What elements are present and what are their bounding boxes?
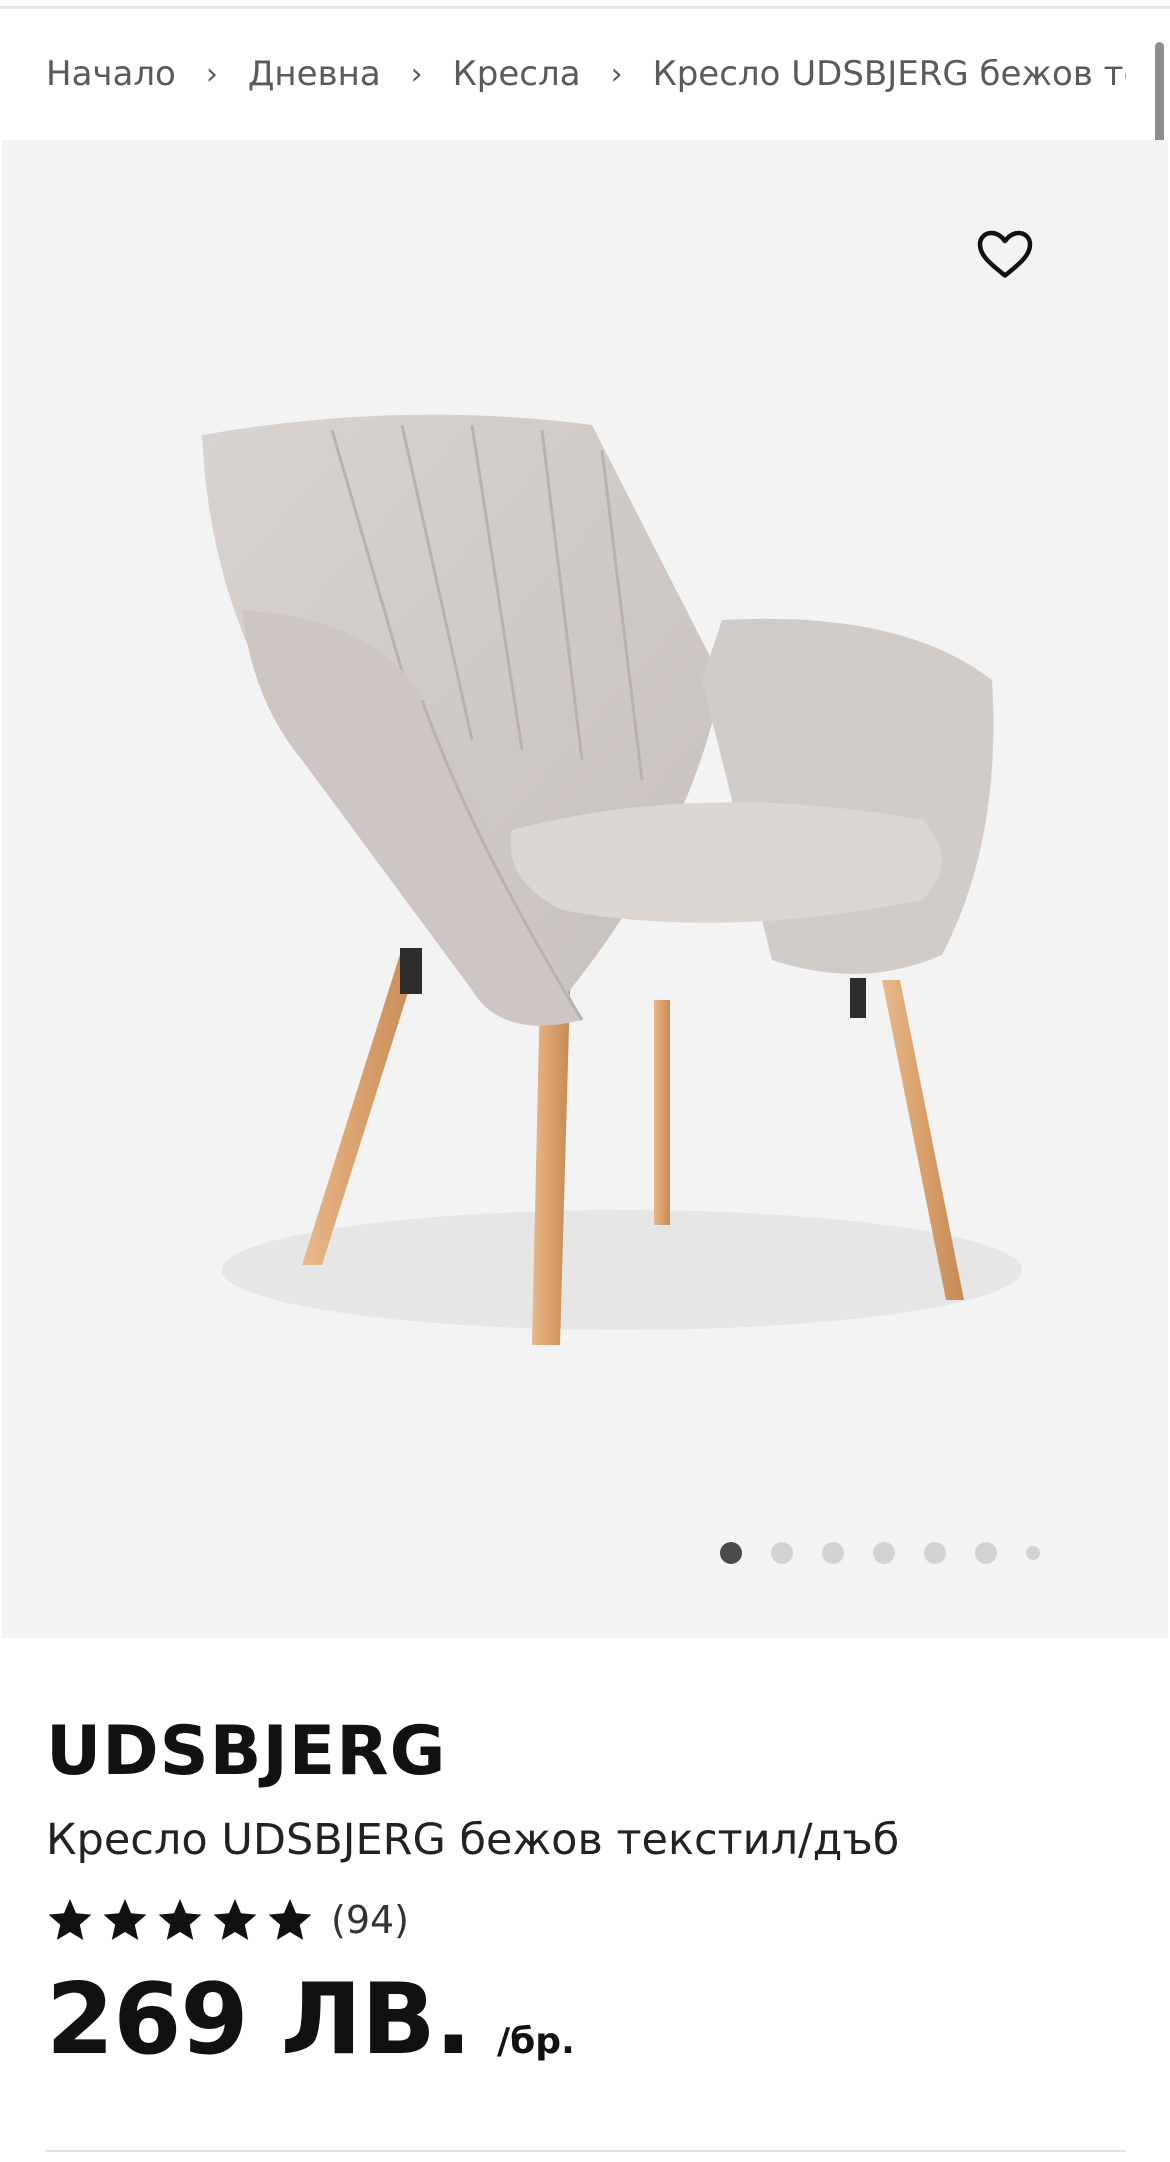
pagination-dot[interactable] — [975, 1542, 997, 1564]
pagination-dot[interactable] — [873, 1542, 895, 1564]
breadcrumb-home[interactable]: Начало — [46, 54, 176, 94]
chevron-right-icon: › — [205, 56, 218, 92]
star-icon — [268, 1899, 312, 1940]
heart-icon — [977, 230, 1033, 278]
chevron-right-icon: › — [610, 56, 623, 92]
star-icon — [103, 1899, 147, 1940]
gallery-pagination — [720, 1540, 1040, 1566]
product-price: 269 ЛВ. /бр. — [46, 1963, 575, 2077]
product-name: Кресло UDSBJERG бежов текстил/дъб — [46, 1815, 900, 1865]
pagination-dot-active[interactable] — [720, 1542, 742, 1564]
price-value: 269 ЛВ. — [46, 1963, 472, 2077]
product-image — [202, 414, 1022, 1345]
price-unit: /бр. — [497, 2021, 575, 2062]
top-divider — [0, 6, 1170, 9]
star-icon — [158, 1899, 202, 1940]
favorite-button[interactable] — [975, 225, 1035, 281]
section-divider — [46, 2150, 1126, 2152]
breadcrumb: Начало › Дневна › Кресла › Кресло UDSBJE… — [46, 44, 1126, 104]
breadcrumb-living-room[interactable]: Дневна — [248, 54, 381, 94]
product-image-gallery[interactable] — [2, 140, 1168, 1638]
product-brand: UDSBJERG — [46, 1712, 447, 1791]
pagination-dot[interactable] — [1026, 1546, 1040, 1560]
pagination-dot[interactable] — [924, 1542, 946, 1564]
chevron-right-icon: › — [410, 56, 423, 92]
star-icon — [213, 1899, 257, 1940]
star-icon — [48, 1899, 92, 1940]
product-rating[interactable]: (94) — [46, 1893, 409, 1947]
rating-stars — [46, 1896, 321, 1944]
pagination-dot[interactable] — [771, 1542, 793, 1564]
breadcrumb-armchairs[interactable]: Кресла — [453, 54, 581, 94]
rating-count: (94) — [331, 1898, 410, 1942]
breadcrumb-current: Кресло UDSBJERG бежов текс — [652, 54, 1126, 94]
pagination-dot[interactable] — [822, 1542, 844, 1564]
